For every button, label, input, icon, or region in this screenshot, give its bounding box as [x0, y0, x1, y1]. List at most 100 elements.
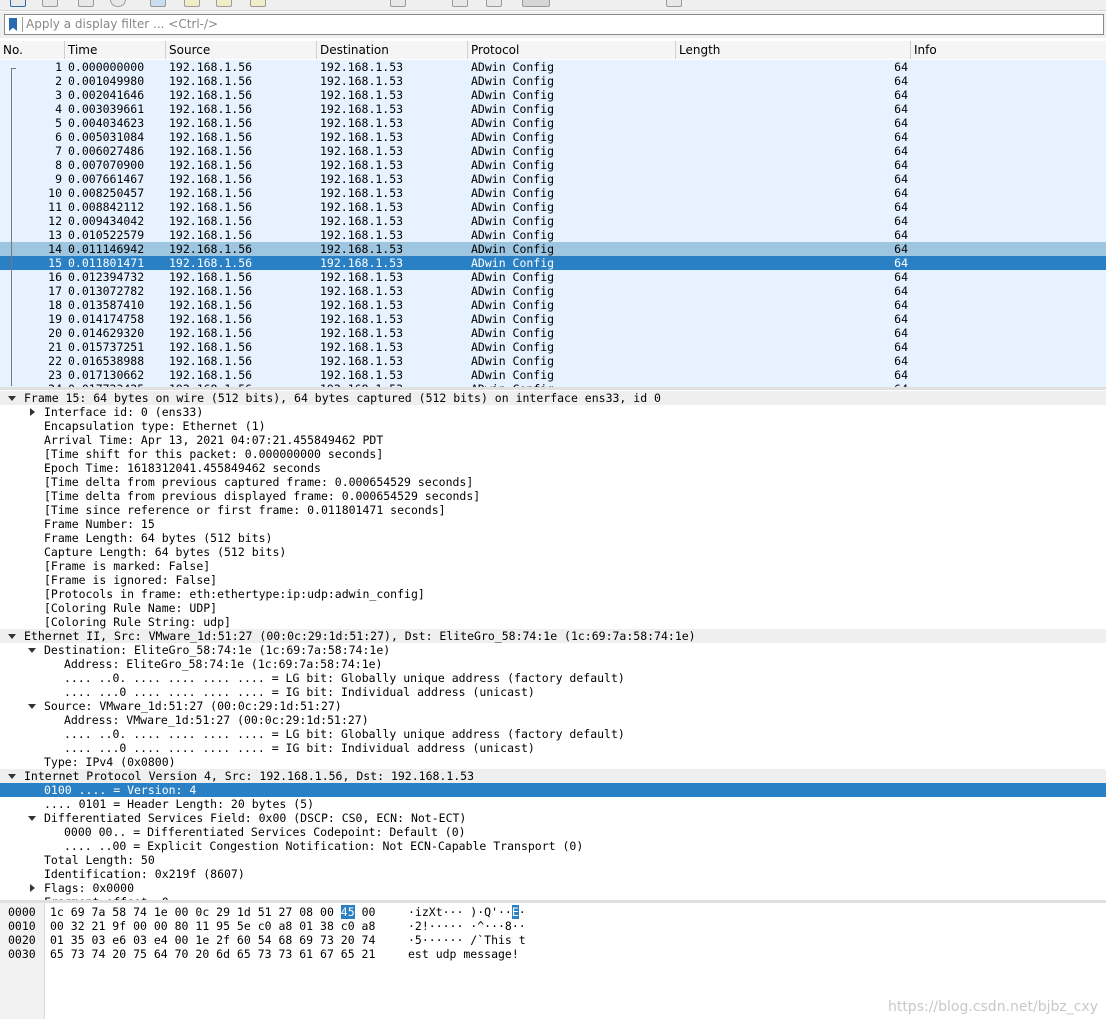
- protocol-tree-header[interactable]: Ethernet II, Src: VMware_1d:51:27 (00:0c…: [0, 629, 1106, 643]
- packet-details-pane[interactable]: Frame 15: 64 bytes on wire (512 bits), 6…: [0, 391, 1106, 900]
- hex-ascii[interactable]: ·5······ /`This t: [408, 933, 526, 947]
- packet-list[interactable]: 1 0.000000000 192.168.1.56 192.168.1.53 ADwi…: [0, 59, 1106, 387]
- find-packet-button[interactable]: [390, 0, 406, 7]
- expand-down-icon[interactable]: [7, 629, 19, 643]
- resize-columns-button[interactable]: [666, 0, 682, 7]
- hex-bytes[interactable]: 01 35 03 e6 03 e4 00 1e 2f 60 54 68 69 7…: [50, 933, 375, 947]
- capture-options-button[interactable]: [110, 0, 126, 7]
- protocol-tree-item[interactable]: .... ...0 .... .... .... .... = IG bit: …: [0, 741, 1106, 755]
- packet-row[interactable]: 6 0.005031084 192.168.1.56 192.168.1.53 ADwi…: [0, 130, 1106, 144]
- collapse-right-icon[interactable]: [27, 405, 39, 419]
- save-file-button[interactable]: [184, 0, 200, 7]
- packet-row[interactable]: 23 0.017130662 192.168.1.56 192.168.1.53 ADw…: [0, 368, 1106, 382]
- protocol-tree-item[interactable]: .... 0101 = Header Length: 20 bytes (5): [0, 797, 1106, 811]
- packet-row[interactable]: 8 0.007070900 192.168.1.56 192.168.1.53 ADwi…: [0, 158, 1106, 172]
- protocol-tree-item[interactable]: Identification: 0x219f (8607): [0, 867, 1106, 881]
- protocol-tree-item[interactable]: [Time shift for this packet: 0.000000000…: [0, 447, 1106, 461]
- stop-capture-button[interactable]: [42, 0, 58, 7]
- protocol-tree-item[interactable]: Address: VMware_1d:51:27 (00:0c:29:1d:51…: [0, 713, 1106, 727]
- protocol-tree-item[interactable]: Epoch Time: 1618312041.455849462 seconds: [0, 461, 1106, 475]
- packet-row[interactable]: 14 0.011146942 192.168.1.56 192.168.1.53 ADw…: [0, 242, 1106, 256]
- packet-row[interactable]: 7 0.006027486 192.168.1.56 192.168.1.53 ADwi…: [0, 144, 1106, 158]
- protocol-tree-item[interactable]: .... ..0. .... .... .... .... = LG bit: …: [0, 727, 1106, 741]
- protocol-tree-item[interactable]: [Frame is marked: False]: [0, 559, 1106, 573]
- colorize-button[interactable]: [522, 0, 550, 7]
- protocol-tree-item[interactable]: Capture Length: 64 bytes (512 bits): [0, 545, 1106, 559]
- packet-row[interactable]: 5 0.004034623 192.168.1.56 192.168.1.53 ADwi…: [0, 116, 1106, 130]
- packet-row[interactable]: 4 0.003039661 192.168.1.56 192.168.1.53 ADwi…: [0, 102, 1106, 116]
- packet-row[interactable]: 11 0.008842112 192.168.1.56 192.168.1.53 ADw…: [0, 200, 1106, 214]
- column-protocol[interactable]: Protocol: [468, 41, 676, 59]
- packet-row[interactable]: 22 0.016538988 192.168.1.56 192.168.1.53 ADw…: [0, 354, 1106, 368]
- protocol-tree-item[interactable]: Frame Length: 64 bytes (512 bits): [0, 531, 1106, 545]
- column-destination[interactable]: Destination: [317, 41, 468, 59]
- bookmark-icon[interactable]: [9, 18, 17, 31]
- column-info[interactable]: Info: [911, 41, 1106, 59]
- go-back-button[interactable]: [452, 0, 468, 7]
- collapse-right-icon[interactable]: [27, 881, 39, 895]
- protocol-tree-item[interactable]: Flags: 0x0000: [0, 881, 1106, 895]
- expand-down-icon[interactable]: [7, 391, 19, 405]
- expand-down-icon[interactable]: [7, 769, 19, 783]
- protocol-tree-item[interactable]: Destination: EliteGro_58:74:1e (1c:69:7a…: [0, 643, 1106, 657]
- open-file-button[interactable]: [150, 0, 166, 7]
- protocol-tree-item[interactable]: Source: VMware_1d:51:27 (00:0c:29:1d:51:…: [0, 699, 1106, 713]
- packet-row[interactable]: 17 0.013072782 192.168.1.56 192.168.1.53 ADw…: [0, 284, 1106, 298]
- packet-row[interactable]: 13 0.010522579 192.168.1.56 192.168.1.53 ADw…: [0, 228, 1106, 242]
- protocol-tree-item[interactable]: Encapsulation type: Ethernet (1): [0, 419, 1106, 433]
- hex-bytes[interactable]: 65 73 74 20 75 64 70 20 6d 65 73 73 61 6…: [50, 947, 375, 961]
- expand-down-icon[interactable]: [27, 643, 39, 657]
- hex-ascii[interactable]: est udp message!: [408, 947, 519, 961]
- protocol-tree-item[interactable]: Type: IPv4 (0x0800): [0, 755, 1106, 769]
- protocol-tree-item[interactable]: Total Length: 50: [0, 853, 1106, 867]
- packet-row[interactable]: 20 0.014629320 192.168.1.56 192.168.1.53 ADw…: [0, 326, 1106, 340]
- protocol-tree-item[interactable]: .... ..0. .... .... .... .... = LG bit: …: [0, 671, 1106, 685]
- packet-row[interactable]: 10 0.008250457 192.168.1.56 192.168.1.53 ADw…: [0, 186, 1106, 200]
- hex-ascii[interactable]: ·2!····· ·^···8··: [408, 919, 526, 933]
- protocol-tree-item[interactable]: [Time since reference or first frame: 0.…: [0, 503, 1106, 517]
- packet-row[interactable]: 16 0.012394732 192.168.1.56 192.168.1.53 ADw…: [0, 270, 1106, 284]
- protocol-tree-item[interactable]: [Time delta from previous displayed fram…: [0, 489, 1106, 503]
- protocol-tree-item[interactable]: Differentiated Services Field: 0x00 (DSC…: [0, 811, 1106, 825]
- protocol-tree-item[interactable]: Interface id: 0 (ens33): [0, 405, 1106, 419]
- protocol-tree-item[interactable]: .... ..00 = Explicit Congestion Notifica…: [0, 839, 1106, 853]
- go-forward-button[interactable]: [486, 0, 502, 7]
- protocol-tree-item[interactable]: 0000 00.. = Differentiated Services Code…: [0, 825, 1106, 839]
- protocol-tree-item[interactable]: [Frame is ignored: False]: [0, 573, 1106, 587]
- restart-capture-button[interactable]: [78, 0, 94, 7]
- column-no[interactable]: No.: [0, 41, 65, 59]
- hex-bytes[interactable]: 1c 69 7a 58 74 1e 00 0c 29 1d 51 27 08 0…: [50, 905, 375, 919]
- display-filter-input[interactable]: Apply a display filter ... <Ctrl-/>: [4, 14, 1104, 35]
- expand-down-icon[interactable]: [27, 699, 39, 713]
- protocol-tree-item[interactable]: [Coloring Rule Name: UDP]: [0, 601, 1106, 615]
- protocol-tree-header[interactable]: Frame 15: 64 bytes on wire (512 bits), 6…: [0, 391, 1106, 405]
- packet-row[interactable]: 2 0.001049980 192.168.1.56 192.168.1.53 ADwi…: [0, 74, 1106, 88]
- close-file-button[interactable]: [216, 0, 232, 7]
- packet-row[interactable]: 19 0.014174758 192.168.1.56 192.168.1.53 ADw…: [0, 312, 1106, 326]
- column-time[interactable]: Time: [65, 41, 166, 59]
- packet-row[interactable]: 3 0.002041646 192.168.1.56 192.168.1.53 ADwi…: [0, 88, 1106, 102]
- reload-file-button[interactable]: [250, 0, 266, 7]
- protocol-tree-item[interactable]: .... ...0 .... .... .... .... = IG bit: …: [0, 685, 1106, 699]
- packet-row[interactable]: 21 0.015737251 192.168.1.56 192.168.1.53 ADw…: [0, 340, 1106, 354]
- hex-bytes[interactable]: 00 32 21 9f 00 00 80 11 95 5e c0 a8 01 3…: [50, 919, 375, 933]
- packet-row[interactable]: 1 0.000000000 192.168.1.56 192.168.1.53 ADwi…: [0, 60, 1106, 74]
- protocol-tree-item[interactable]: Address: EliteGro_58:74:1e (1c:69:7a:58:…: [0, 657, 1106, 671]
- pane-splitter-top[interactable]: [0, 387, 1106, 390]
- packet-row[interactable]: 18 0.013587410 192.168.1.56 192.168.1.53 ADw…: [0, 298, 1106, 312]
- protocol-tree-item[interactable]: [Protocols in frame: eth:ethertype:ip:ud…: [0, 587, 1106, 601]
- protocol-tree-item[interactable]: Frame Number: 15: [0, 517, 1106, 531]
- protocol-tree-item[interactable]: [Coloring Rule String: udp]: [0, 615, 1106, 629]
- protocol-tree-item[interactable]: 0100 .... = Version: 4: [0, 783, 1106, 797]
- protocol-tree-header[interactable]: Internet Protocol Version 4, Src: 192.16…: [0, 769, 1106, 783]
- protocol-tree-item[interactable]: [Time delta from previous captured frame…: [0, 475, 1106, 489]
- column-length[interactable]: Length: [676, 41, 911, 59]
- packet-row[interactable]: 9 0.007661467 192.168.1.56 192.168.1.53 ADwi…: [0, 172, 1106, 186]
- protocol-tree-item[interactable]: Arrival Time: Apr 13, 2021 04:07:21.4558…: [0, 433, 1106, 447]
- packet-row[interactable]: 15 0.011801471 192.168.1.56 192.168.1.53 ADw…: [0, 256, 1106, 270]
- packet-row[interactable]: 12 0.009434042 192.168.1.56 192.168.1.53 ADw…: [0, 214, 1106, 228]
- expand-down-icon[interactable]: [27, 811, 39, 825]
- hex-ascii[interactable]: ·izXt··· )·Q'··E·: [408, 905, 526, 919]
- column-source[interactable]: Source: [166, 41, 317, 59]
- start-capture-button[interactable]: [10, 0, 26, 7]
